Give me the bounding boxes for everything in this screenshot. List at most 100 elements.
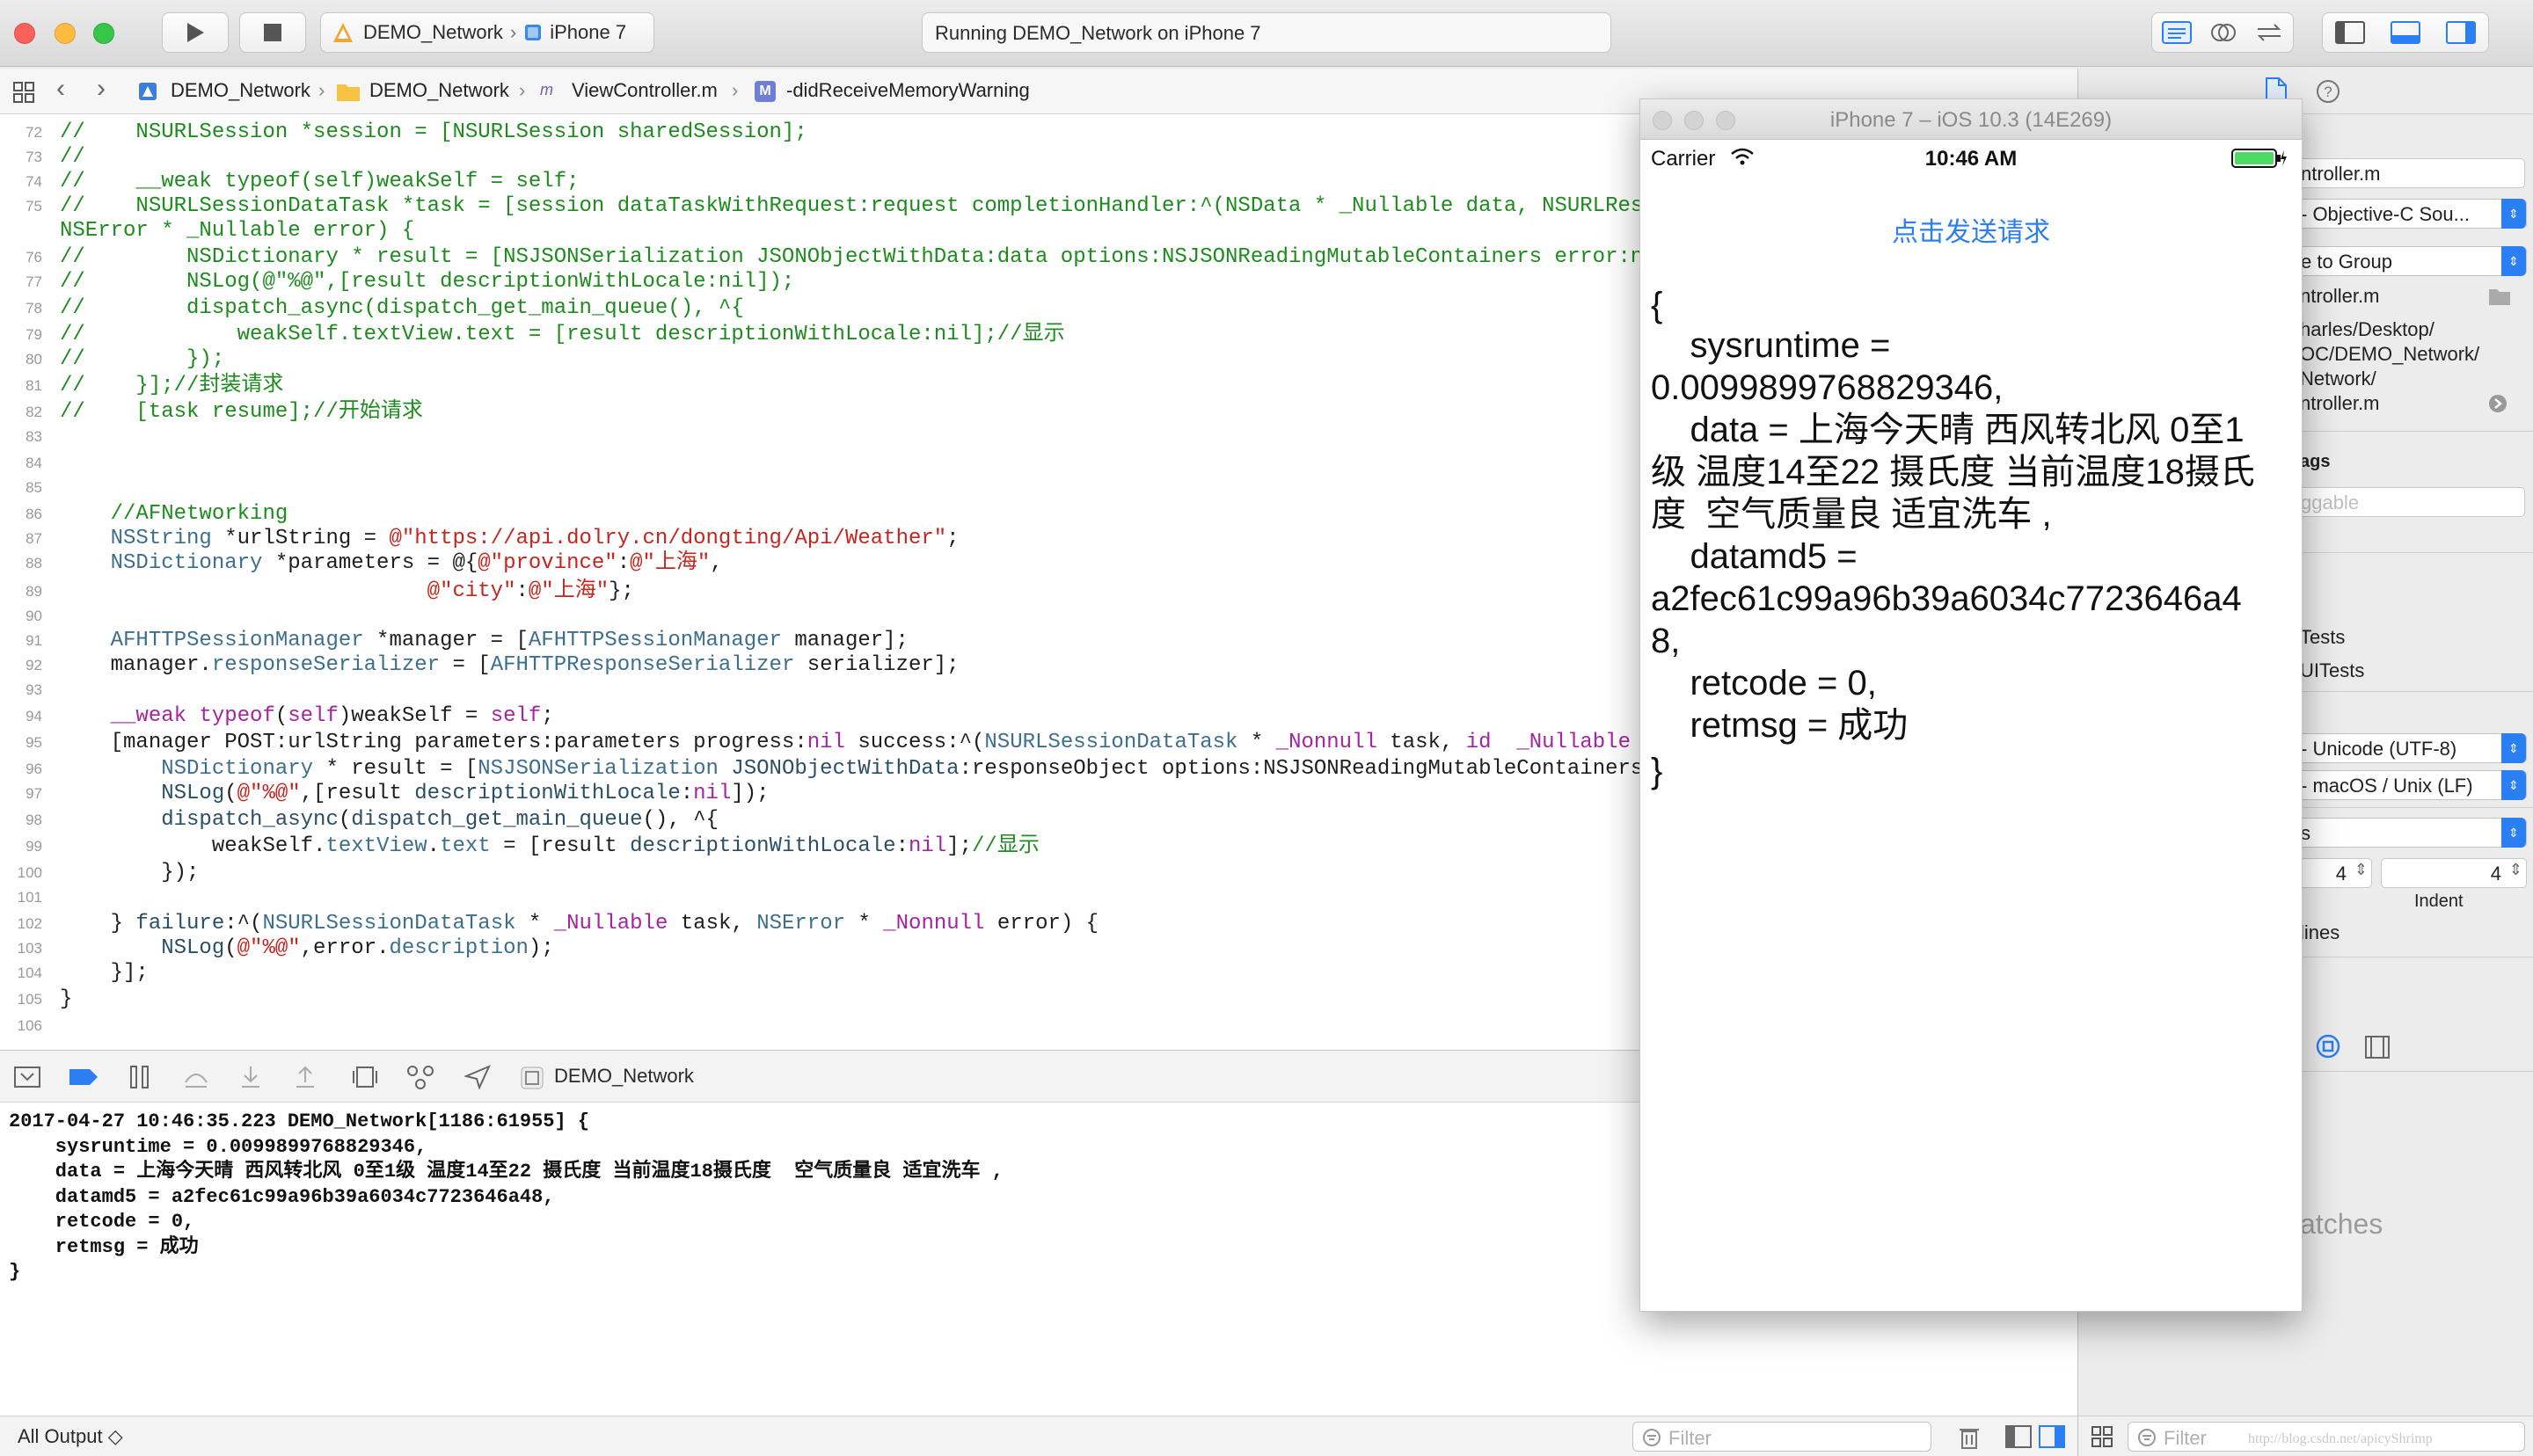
breakpoints-toggle-icon[interactable] [69,1068,99,1086]
console-filter-placeholder: Filter [1668,1427,1712,1449]
code-text: // weakSelf.textView.text = [result desc… [60,323,1065,346]
code-text: } failure:^(NSURLSessionDataTask * _Null… [60,912,1099,935]
code-text: // [60,145,85,169]
result-text-view[interactable]: { sysruntime = 0.0099899768829346, data =… [1640,284,2302,829]
zoom-window-button[interactable] [93,23,114,44]
tags-field[interactable]: ggable [2296,487,2525,517]
utilities-toggle-icon[interactable] [2445,21,2476,44]
line-number: 81 [26,377,42,394]
result-line: sysruntime = [1651,326,1891,365]
wrap-lines-checkbox-label[interactable]: lines [2300,921,2340,944]
text-encoding-popup[interactable]: - Unicode (UTF-8) ⇕ [2296,733,2527,763]
file-name-label: ntroller.m [2300,285,2380,307]
result-line: datamd5 = [1651,537,1858,576]
popup-arrow-icon: ⇕ [2501,818,2526,848]
editor-mode-group[interactable] [2151,12,2294,53]
tab-width-value: 4 [2335,863,2347,885]
line-number: 77 [26,273,42,290]
clock-label: 10:46 AM [1924,147,2018,171]
step-into-icon[interactable] [239,1065,262,1089]
back-arrow-icon[interactable]: ‹ [56,74,65,104]
close-window-button[interactable] [14,23,35,44]
console-filter-field[interactable]: Filter [1632,1422,1931,1452]
result-line: 8, [1651,622,1681,660]
breadcrumb-file[interactable]: ViewController.m [572,79,718,102]
quick-help-icon[interactable]: ? [2316,79,2340,104]
stop-button[interactable] [239,12,306,53]
line-number: 97 [26,785,42,802]
pause-icon[interactable] [128,1065,151,1089]
library-empty-text: atches [2300,1208,2383,1240]
line-number: 75 [26,198,42,215]
show-console-view-icon[interactable] [2039,1425,2065,1448]
code-text: @"city":@"上海"}; [427,579,634,603]
object-library-icon[interactable] [2316,1034,2340,1059]
line-number: 94 [26,708,42,724]
code-text: AFHTTPSessionManager *manager = [AFHTTPS… [110,629,909,652]
name-field[interactable]: ntroller.m [2296,158,2525,188]
indent-width-field[interactable]: 4 ⇕ [2381,858,2527,888]
target-membership-tests[interactable]: Tests [2300,626,2345,649]
activity-viewer: Running DEMO_Network on iPhone 7 [922,12,1611,53]
location-popup[interactable]: e to Group ⇕ [2296,246,2527,276]
line-endings-popup[interactable]: - macOS / Unix (LF) ⇕ [2296,770,2527,800]
target-membership-uitests[interactable]: UITests [2300,659,2364,682]
scheme-name: DEMO_Network [363,21,503,43]
send-request-button[interactable]: 点击发送请求 [1640,210,2302,249]
indent-using-popup[interactable]: s ⇕ [2296,818,2527,848]
version-editor-icon[interactable] [2255,21,2283,44]
media-library-icon[interactable] [2365,1036,2390,1059]
result-line: 级 温度14至22 摄氏度 当前温度18摄氏 [1651,453,2255,491]
battery-icon [2231,149,2287,168]
grid-view-icon[interactable] [2091,1425,2113,1448]
simulate-location-icon[interactable] [464,1065,491,1089]
stepper-icon[interactable]: ⇕ [2354,861,2368,879]
watermark-text: http://blog.csdn.net/apicyShrimp [2248,1431,2433,1446]
library-filter-field[interactable]: Filter http://blog.csdn.net/apicyShrimp [2128,1422,2525,1452]
run-button[interactable] [162,12,229,53]
step-out-icon[interactable] [294,1065,317,1089]
minimize-window-button[interactable] [55,23,76,44]
breadcrumb-project[interactable]: DEMO_Network [171,79,310,102]
view-hierarchy-icon[interactable] [352,1065,378,1089]
panel-toggle-group[interactable] [2322,12,2489,53]
hide-debug-area-icon[interactable] [14,1067,40,1088]
code-text: dispatch_async(dispatch_get_main_queue()… [161,808,719,832]
result-line: retcode = 0, [1651,664,1877,703]
line-number: 79 [26,326,42,343]
code-text: weakSelf.textView.text = [result descrip… [60,834,1040,858]
iphone-screen[interactable]: Carrier 10:46 AM 点击发送请求 { sysruntime = 0.… [1640,140,2302,1311]
line-number: 89 [26,583,42,600]
stepper-icon[interactable]: ⇕ [2509,861,2522,879]
navigator-toggle-icon[interactable] [2335,21,2366,44]
breadcrumb-method[interactable]: -didReceiveMemoryWarning [786,79,1030,102]
debug-area-toggle-icon[interactable] [2390,21,2420,44]
assistant-editor-icon[interactable] [2210,21,2237,44]
line-number: 100 [17,864,42,881]
console-footer: All Output ◇ Filter [0,1416,2077,1456]
reveal-folder-icon[interactable] [2488,287,2511,306]
breadcrumb-separator-icon: › [519,79,526,101]
scheme-selector[interactable]: DEMO_Network › iPhone 7 [320,12,654,53]
step-over-icon[interactable] [183,1065,209,1089]
trash-icon[interactable] [1958,1425,1981,1450]
line-number: 95 [26,734,42,751]
forward-arrow-icon[interactable]: › [97,74,106,104]
debug-target-name[interactable]: DEMO_Network [554,1065,694,1088]
show-variables-view-icon[interactable] [2005,1425,2032,1448]
tab-width-field[interactable]: 4 ⇕ [2296,858,2372,888]
line-number: 103 [17,940,42,957]
result-line: retmsg = 成功 [1651,706,1909,745]
standard-editor-icon[interactable] [2161,21,2192,44]
memory-graph-icon[interactable] [406,1065,434,1089]
file-type-popup[interactable]: - Objective-C Sou... ⇕ [2296,199,2527,229]
full-path-line-1: harles/Desktop/ [2300,318,2434,340]
code-text: NSLog(@"%@",[result descriptionWithLocal… [161,782,770,805]
related-items-icon[interactable] [12,81,35,104]
play-icon [187,23,204,42]
breadcrumb-group[interactable]: DEMO_Network [369,79,509,102]
reveal-in-finder-icon[interactable] [2488,394,2507,413]
xcode-app-icon [333,23,353,42]
output-mode-selector[interactable]: All Output ◇ [18,1425,123,1448]
simulator-title: iPhone 7 – iOS 10.3 (14E269) [1829,108,2113,132]
